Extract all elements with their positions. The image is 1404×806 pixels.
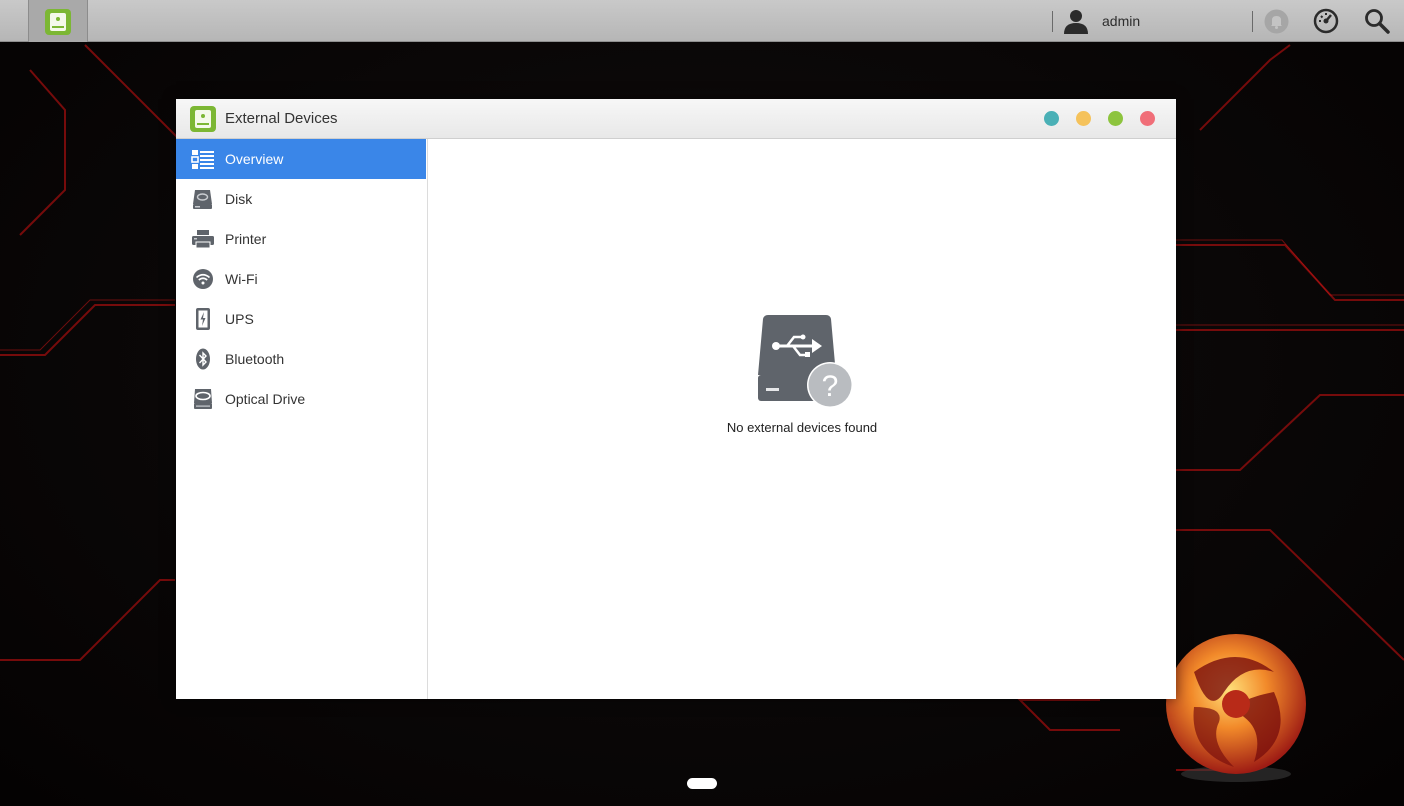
- sidebar-item-printer[interactable]: Printer: [176, 219, 426, 259]
- window-titlebar[interactable]: External Devices: [176, 99, 1176, 139]
- usb-drive-question-icon: ?: [756, 313, 856, 414]
- window-title: External Devices: [225, 110, 338, 127]
- taskbar-divider: [1252, 11, 1253, 32]
- overview-list-icon: [191, 148, 215, 170]
- sidebar-item-label: Printer: [225, 231, 267, 247]
- disk-icon: [191, 188, 215, 210]
- brand-logo: [1164, 632, 1309, 789]
- maximize-button[interactable]: [1076, 111, 1091, 126]
- sidebar-item-optical-drive[interactable]: Optical Drive: [176, 379, 426, 419]
- sidebar: Overview Disk Printer Wi-Fi UPS Bluetoot…: [176, 139, 428, 699]
- sidebar-item-label: Overview: [225, 151, 284, 167]
- sidebar-item-label: Disk: [225, 191, 253, 207]
- sidebar-item-disk[interactable]: Disk: [176, 179, 426, 219]
- sidebar-item-bluetooth[interactable]: Bluetooth: [176, 339, 426, 379]
- empty-state-message: No external devices found: [726, 420, 878, 435]
- sidebar-item-overview[interactable]: Overview: [176, 139, 426, 179]
- close-button[interactable]: [1140, 111, 1155, 126]
- sidebar-item-label: UPS: [225, 311, 254, 327]
- printer-icon: [191, 228, 215, 250]
- sidebar-item-label: Wi-Fi: [225, 271, 258, 287]
- minimize-button[interactable]: [1044, 111, 1059, 126]
- sidebar-item-wifi[interactable]: Wi-Fi: [176, 259, 426, 299]
- sidebar-item-ups[interactable]: UPS: [176, 299, 426, 339]
- notification-bell-icon[interactable]: [1264, 9, 1289, 39]
- sidebar-item-label: Bluetooth: [225, 351, 285, 367]
- ups-battery-icon: [191, 308, 215, 330]
- dashboard-gauge-icon[interactable]: [1313, 8, 1339, 39]
- svg-text:?: ?: [822, 370, 839, 403]
- taskbar-divider: [1052, 11, 1053, 32]
- user-icon[interactable]: [1063, 8, 1089, 39]
- sidebar-item-label: Optical Drive: [225, 391, 306, 407]
- restore-button[interactable]: [1108, 111, 1123, 126]
- taskbar: admin: [0, 0, 1404, 42]
- optical-drive-icon: [191, 388, 215, 410]
- taskbar-app-external-devices[interactable]: [28, 0, 88, 42]
- main-content: ? No external devices found: [428, 139, 1176, 699]
- wifi-icon: [191, 268, 215, 290]
- bluetooth-icon: [191, 348, 215, 370]
- dock-indicator[interactable]: [687, 778, 717, 789]
- search-icon[interactable]: [1364, 8, 1390, 39]
- external-devices-window: External Devices Overview Disk Printer W…: [176, 99, 1176, 699]
- user-name[interactable]: admin: [1102, 13, 1140, 29]
- usb-drive-app-icon: [190, 106, 216, 137]
- external-devices-app-icon: [45, 9, 71, 40]
